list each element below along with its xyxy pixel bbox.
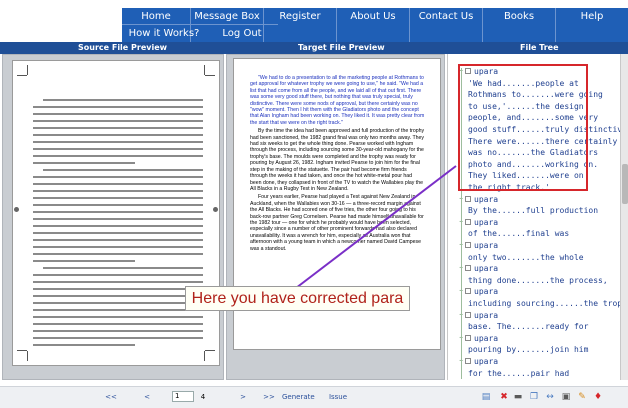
delete-icon[interactable]: ✖ xyxy=(498,391,510,403)
merge-icon[interactable]: ▬ xyxy=(512,391,524,403)
generate-button[interactable]: Generate xyxy=(282,392,315,402)
arrow-line xyxy=(295,165,457,289)
export-icon[interactable]: ▤ xyxy=(480,391,492,403)
page-number-value: 1 xyxy=(175,392,180,400)
app-window: Home Message Box Register About Us Conta… xyxy=(0,0,628,408)
issue-button[interactable]: Issue xyxy=(326,392,350,402)
tag-icon[interactable]: ♦ xyxy=(592,391,604,403)
annotation-arrow xyxy=(295,165,457,289)
copy-icon[interactable]: ❐ xyxy=(528,391,540,403)
page-total: 4 xyxy=(200,393,206,401)
first-page-button[interactable]: << xyxy=(104,392,118,402)
annotation-callout: Here you have corrected para xyxy=(185,286,410,311)
insert-icon[interactable]: ▣ xyxy=(560,391,572,403)
move-icon[interactable]: ↔ xyxy=(544,391,556,403)
edit-icon[interactable]: ✎ xyxy=(576,391,588,403)
bottom-toolbar: << < 1 4 > >> Generate Issue ▤ ✖ ▬ ❐ ↔ ▣… xyxy=(0,386,628,408)
next-page-button[interactable]: > xyxy=(238,392,248,402)
prev-page-button[interactable]: < xyxy=(140,392,154,402)
page-number-input[interactable]: 1 xyxy=(172,391,194,402)
last-page-button[interactable]: >> xyxy=(262,392,276,402)
